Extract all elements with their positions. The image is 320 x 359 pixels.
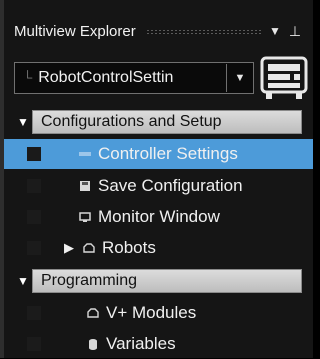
tree-line-icon: └ bbox=[23, 70, 33, 85]
panel-title: Multiview Explorer bbox=[14, 22, 136, 40]
panel-titlebar: Multiview Explorer ▼ ⊥ bbox=[4, 16, 313, 46]
dropdown-arrow-icon[interactable]: ▼ bbox=[226, 64, 253, 92]
node-marker bbox=[27, 337, 41, 351]
controller-dropdown-value: └ RobotControlSettin bbox=[15, 69, 226, 87]
node-marker bbox=[27, 306, 41, 320]
tree-item-label: Controller Settings bbox=[98, 144, 238, 163]
tree-item-label: Save Configuration bbox=[98, 176, 243, 195]
controller-device-icon[interactable] bbox=[258, 56, 310, 100]
tree-item-label: Robots bbox=[102, 238, 156, 257]
tree-item-monitor-window[interactable]: Monitor Window bbox=[4, 202, 313, 232]
programming-group[interactable]: ▼ Programming bbox=[4, 266, 313, 296]
tree-item-variables[interactable]: Variables bbox=[4, 329, 313, 359]
folder-icon bbox=[80, 243, 98, 253]
node-marker bbox=[27, 147, 41, 161]
expanded-triangle-icon[interactable]: ▼ bbox=[14, 274, 32, 288]
folder-icon bbox=[84, 308, 102, 318]
node-marker bbox=[27, 241, 41, 255]
pin-icon[interactable]: ⊥ bbox=[287, 23, 303, 40]
controller-selector-row: └ RobotControlSettin ▼ bbox=[14, 56, 314, 100]
tree-item-v-modules[interactable]: V+ Modules bbox=[4, 298, 313, 328]
config-group-header[interactable]: Configurations and Setup bbox=[32, 110, 302, 134]
monitor-icon bbox=[76, 212, 94, 222]
tree-item-controller-settings[interactable]: Controller Settings bbox=[4, 139, 313, 169]
variables-icon bbox=[84, 338, 102, 350]
config-group[interactable]: ▼ Configurations and Setup bbox=[4, 107, 313, 137]
save-icon bbox=[76, 181, 94, 191]
controller-dropdown[interactable]: └ RobotControlSettin ▼ bbox=[14, 62, 254, 94]
tree-item-save-configuration[interactable]: Save Configuration bbox=[4, 171, 313, 201]
multiview-explorer-panel: Multiview Explorer ▼ ⊥ └ RobotControlSett… bbox=[0, 0, 313, 358]
node-marker bbox=[27, 179, 41, 193]
collapsed-triangle-icon[interactable]: ▶ bbox=[64, 240, 74, 256]
controller-settings-icon bbox=[76, 150, 94, 158]
tree-item-label: V+ Modules bbox=[106, 303, 197, 322]
controller-dropdown-text: RobotControlSettin bbox=[38, 69, 174, 86]
panel-menu-chevron-icon[interactable]: ▼ bbox=[267, 24, 283, 38]
drag-grip[interactable] bbox=[145, 28, 261, 34]
expanded-triangle-icon[interactable]: ▼ bbox=[14, 115, 32, 129]
node-marker bbox=[27, 210, 41, 224]
programming-group-header[interactable]: Programming bbox=[32, 269, 302, 293]
tree-item-label: Variables bbox=[106, 334, 176, 353]
tree-item-label: Monitor Window bbox=[98, 207, 220, 226]
tree-item-robots[interactable]: ▶ Robots bbox=[4, 233, 313, 263]
